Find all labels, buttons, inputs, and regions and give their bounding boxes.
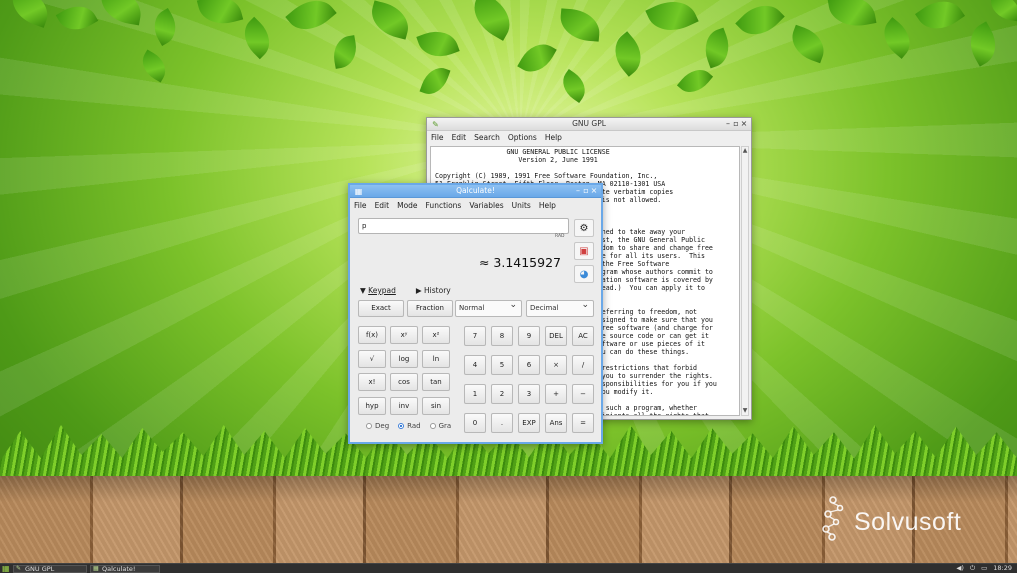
equals-icon[interactable]: ⚙	[574, 219, 594, 237]
menu-help[interactable]: Help	[539, 201, 556, 210]
history-toggle[interactable]: ▶ History	[416, 286, 461, 295]
expression-input[interactable]: p	[358, 218, 569, 234]
key-power[interactable]: xʸ	[390, 326, 418, 344]
taskbar: ▦ ✎ GNU GPL ▦ Qalculate! ◀) ⏻ ▭ 18:29	[0, 563, 1017, 573]
precision-icon[interactable]: ◕	[574, 265, 594, 283]
menu-edit[interactable]: Edit	[452, 133, 467, 142]
minimize-icon[interactable]: –	[574, 185, 582, 197]
key-plus[interactable]: +	[545, 384, 567, 404]
maximize-icon[interactable]: ▫	[732, 118, 740, 130]
key-1[interactable]: 1	[464, 384, 486, 404]
angle-unit-indicator: RAD	[555, 234, 565, 239]
key-factorial[interactable]: x!	[358, 373, 386, 391]
key-inv[interactable]: inv	[390, 396, 418, 415]
network-icon[interactable]: ▭	[981, 564, 987, 573]
menu-file[interactable]: File	[354, 201, 367, 210]
menu-options[interactable]: Options	[508, 133, 537, 142]
leafpad-icon: ✎	[16, 565, 22, 572]
key-fx[interactable]: f(x)	[358, 326, 386, 344]
key-ac[interactable]: AC	[572, 326, 594, 346]
qalculate-app-icon: ▦	[93, 565, 99, 572]
angle-mode-radios: Deg Rad Gra	[366, 422, 460, 430]
menu-units[interactable]: Units	[512, 201, 531, 210]
system-tray: ◀) ⏻ ▭ 18:29	[950, 564, 1012, 573]
close-icon[interactable]: ×	[590, 185, 598, 197]
number-base-select[interactable]: Decimal	[526, 298, 594, 317]
maximize-icon[interactable]: ▫	[582, 185, 590, 197]
clock[interactable]: 18:29	[993, 564, 1012, 573]
qalculate-titlebar[interactable]: ▦ Qalculate! – ▫ ×	[350, 185, 601, 198]
scroll-down-icon[interactable]: ▼	[742, 407, 748, 415]
key-7[interactable]: 7	[464, 326, 486, 346]
menu-functions[interactable]: Functions	[426, 201, 462, 210]
qalculate-window[interactable]: ▦ Qalculate! – ▫ × File Edit Mode Functi…	[348, 183, 603, 444]
key-5[interactable]: 5	[491, 355, 513, 375]
keypad-toggle[interactable]: ▼ Keypad	[360, 286, 406, 295]
key-del[interactable]: DEL	[545, 326, 567, 346]
power-icon[interactable]: ⏻	[970, 564, 975, 573]
close-icon[interactable]: ×	[740, 118, 748, 130]
result-display: ≈ 3.1415927	[478, 255, 561, 270]
gpl-titlebar[interactable]: ✎ GNU GPL – ▫ ×	[427, 118, 751, 131]
key-minus[interactable]: −	[572, 384, 594, 404]
key-9[interactable]: 9	[518, 326, 540, 346]
key-8[interactable]: 8	[491, 326, 513, 346]
key-3[interactable]: 3	[518, 384, 540, 404]
key-divide[interactable]: /	[572, 355, 594, 375]
display-mode-select[interactable]: Normal	[455, 298, 522, 317]
solvusoft-watermark: Solvusoft	[818, 496, 978, 542]
qalculate-window-title: Qalculate!	[456, 186, 495, 195]
menu-file[interactable]: File	[431, 133, 444, 142]
menu-mode[interactable]: Mode	[397, 201, 417, 210]
key-exp[interactable]: EXP	[518, 413, 540, 433]
gra-radio[interactable]	[429, 423, 436, 429]
key-hyp[interactable]: hyp	[358, 396, 386, 415]
gpl-text-line: Copyright (C) 1989, 1991 Free Software F…	[435, 172, 658, 180]
key-4[interactable]: 4	[464, 355, 486, 375]
gpl-text-line: GNU GENERAL PUBLIC LICENSE	[435, 148, 610, 156]
start-menu-icon[interactable]: ▦	[2, 565, 10, 573]
gpl-scrollbar[interactable]: ▲ ▼	[741, 146, 749, 416]
key-cos[interactable]: cos	[390, 373, 418, 391]
menu-help[interactable]: Help	[545, 133, 562, 142]
convert-units-icon[interactable]: ▣	[574, 242, 594, 260]
key-6[interactable]: 6	[518, 355, 540, 375]
menu-variables[interactable]: Variables	[469, 201, 503, 210]
gpl-text-line: Version 2, June 1991	[435, 156, 598, 164]
gpl-menubar: File Edit Search Options Help	[427, 131, 751, 143]
key-sin[interactable]: sin	[422, 396, 450, 415]
key-square[interactable]: x²	[422, 326, 450, 344]
scroll-up-icon[interactable]: ▲	[742, 147, 748, 155]
key-sqrt[interactable]: √	[358, 349, 386, 368]
key-tan[interactable]: tan	[422, 373, 450, 391]
minimize-icon[interactable]: –	[724, 118, 732, 130]
key-2[interactable]: 2	[491, 384, 513, 404]
menu-search[interactable]: Search	[474, 133, 500, 142]
fraction-button[interactable]: Fraction	[407, 300, 453, 317]
gpl-text-line	[435, 164, 735, 172]
gpl-window-title: GNU GPL	[572, 119, 606, 128]
key-equals[interactable]: =	[572, 413, 594, 433]
key-decimal[interactable]: .	[491, 413, 513, 433]
deg-radio[interactable]	[366, 423, 372, 429]
menu-edit[interactable]: Edit	[375, 201, 390, 210]
rad-radio[interactable]	[398, 423, 405, 429]
key-log[interactable]: log	[390, 349, 418, 368]
qalculate-menubar: File Edit Mode Functions Variables Units…	[350, 198, 601, 212]
key-0[interactable]: 0	[464, 413, 486, 433]
solvusoft-wordmark: Solvusoft	[854, 508, 962, 536]
key-multiply[interactable]: ×	[545, 355, 567, 375]
taskbar-item-qalculate[interactable]: ▦ Qalculate!	[90, 565, 160, 573]
solvusoft-logo-icon	[822, 496, 844, 541]
exact-button[interactable]: Exact	[358, 300, 404, 317]
key-ans[interactable]: Ans	[545, 413, 567, 433]
volume-icon[interactable]: ◀)	[956, 564, 964, 573]
taskbar-item-gnu-gpl[interactable]: ✎ GNU GPL	[13, 565, 87, 573]
key-ln[interactable]: ln	[422, 349, 450, 368]
